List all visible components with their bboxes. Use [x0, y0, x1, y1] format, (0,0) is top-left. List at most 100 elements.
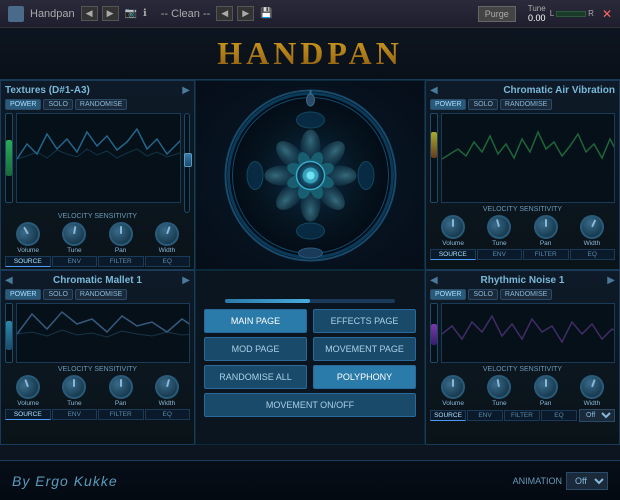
mod-page-btn[interactable]: MOD PAGE	[204, 337, 307, 361]
textures-width-knob: Width	[155, 222, 179, 254]
title-nav: ◀ ▶	[81, 6, 119, 21]
preset-next[interactable]: ▶	[237, 6, 254, 21]
main-area: Textures (D#1-A3) ▶ POWER SOLO RANDOMISE	[0, 80, 620, 460]
mallet-waveform	[17, 304, 189, 362]
app-title: HANDPAN	[217, 35, 403, 72]
noise-tab-env[interactable]: ENV	[467, 410, 503, 421]
nav-prev[interactable]: ◀	[81, 6, 98, 21]
brand-text: By Ergo Kukke	[12, 473, 118, 489]
textures-title: Textures (D#1-A3)	[5, 85, 90, 96]
preset-prev[interactable]: ◀	[216, 6, 233, 21]
mallet-arrow-right[interactable]: ▶	[182, 275, 190, 286]
nav-next[interactable]: ▶	[102, 6, 119, 21]
noise-arrow-left[interactable]: ◀	[430, 275, 438, 286]
textures-slider[interactable]	[184, 113, 190, 213]
title-bar: Handpan ◀ ▶ 📷 ℹ -- Clean -- ◀ ▶ 💾 Purge …	[0, 0, 620, 28]
air-tab-filter[interactable]: FILTER	[523, 249, 569, 260]
textures-arrow[interactable]: ▶	[182, 85, 190, 96]
textures-knobs: Volume Tune Pan Width	[5, 222, 190, 254]
mallet-power-btn[interactable]: POWER	[5, 289, 41, 300]
textures-tab-source[interactable]: SOURCE	[5, 256, 51, 267]
r-label: R	[588, 9, 594, 18]
effects-page-btn[interactable]: EFFECTS PAGE	[313, 309, 416, 333]
mallet-controls: POWER SOLO RANDOMISE	[5, 289, 190, 300]
air-title: Chromatic Air Vibration	[503, 85, 615, 96]
mallet-solo-btn[interactable]: SOLO	[43, 289, 72, 300]
mallet-title: Chromatic Mallet 1	[53, 275, 142, 286]
module-air-vibration: ◀ Chromatic Air Vibration POWER SOLO RAN…	[425, 80, 620, 270]
mallet-randomise-btn[interactable]: RANDOMISE	[75, 289, 127, 300]
noise-arrow-right[interactable]: ▶	[607, 275, 615, 286]
noise-title: Rhythmic Noise 1	[481, 275, 565, 286]
noise-knobs: Volume Tune Pan Width	[430, 375, 615, 407]
noise-tab-eq[interactable]: EQ	[541, 410, 577, 421]
info-icon: ℹ	[143, 8, 147, 19]
air-randomise-btn[interactable]: RANDOMISE	[500, 99, 552, 110]
textures-waveform	[17, 114, 180, 202]
textures-tabs: SOURCE ENV FILTER EQ	[5, 256, 190, 267]
polyphony-btn[interactable]: POLYPHONY	[313, 365, 416, 389]
textures-velocity-label: VELOCITY SENSITIVITY	[5, 213, 190, 220]
noise-off-select[interactable]: Off	[579, 409, 615, 422]
textures-header: Textures (D#1-A3) ▶	[5, 85, 190, 96]
camera-icon: 📷	[125, 8, 137, 19]
air-tab-source[interactable]: SOURCE	[430, 249, 476, 260]
mallet-tab-eq[interactable]: EQ	[145, 409, 191, 420]
air-power-btn[interactable]: POWER	[430, 99, 466, 110]
main-page-btn[interactable]: MAIN PAGE	[204, 309, 307, 333]
textures-tab-filter[interactable]: FILTER	[98, 256, 144, 267]
noise-header: ◀ Rhythmic Noise 1 ▶	[430, 275, 615, 286]
title-bar-right: Purge Tune 0.00 L R ✕	[478, 4, 612, 23]
noise-power-btn[interactable]: POWER	[430, 289, 466, 300]
textures-power-btn[interactable]: POWER	[5, 99, 41, 110]
preset-nav: ◀ ▶	[216, 6, 254, 21]
noise-tabs: SOURCE ENV FILTER EQ	[430, 410, 577, 421]
textures-pan-knob: Pan	[109, 222, 133, 254]
noise-solo-btn[interactable]: SOLO	[468, 289, 497, 300]
center-bottom: MAIN PAGE EFFECTS PAGE MOD PAGE MOVEMENT…	[195, 270, 425, 445]
textures-tab-env[interactable]: ENV	[52, 256, 98, 267]
mallet-header: ◀ Chromatic Mallet 1 ▶	[5, 275, 190, 286]
purge-button[interactable]: Purge	[478, 6, 516, 22]
noise-controls: POWER SOLO RANDOMISE	[430, 289, 615, 300]
noise-tab-source[interactable]: SOURCE	[430, 410, 466, 421]
textures-tab-eq[interactable]: EQ	[145, 256, 191, 267]
air-header: ◀ Chromatic Air Vibration	[430, 85, 615, 96]
tune-panel: Tune 0.00	[528, 4, 546, 23]
air-knobs: Volume Tune Pan Width	[430, 215, 615, 247]
animation-select[interactable]: Off	[566, 472, 608, 490]
air-tab-eq[interactable]: EQ	[570, 249, 616, 260]
module-textures: Textures (D#1-A3) ▶ POWER SOLO RANDOMISE	[0, 80, 195, 270]
mallet-tab-env[interactable]: ENV	[52, 409, 98, 420]
noise-tab-filter[interactable]: FILTER	[504, 410, 540, 421]
noise-randomise-btn[interactable]: RANDOMISE	[500, 289, 552, 300]
randomise-all-btn[interactable]: RANDOMISE ALL	[204, 365, 307, 389]
progress-fill	[225, 299, 310, 303]
mallet-tab-filter[interactable]: FILTER	[98, 409, 144, 420]
textures-randomise-btn[interactable]: RANDOMISE	[75, 99, 127, 110]
title-bar-left: Handpan ◀ ▶ 📷 ℹ -- Clean -- ◀ ▶ 💾	[8, 6, 273, 22]
movement-on-off-btn[interactable]: MOVEMENT ON/OFF	[204, 393, 416, 417]
save-icon: 💾	[260, 8, 272, 19]
textures-solo-btn[interactable]: SOLO	[43, 99, 72, 110]
header: HANDPAN	[0, 28, 620, 80]
textures-volume-knob: Volume	[16, 222, 40, 254]
mallet-tabs: SOURCE ENV FILTER EQ	[5, 409, 190, 420]
mallet-arrow-left[interactable]: ◀	[5, 275, 13, 286]
air-tab-env[interactable]: ENV	[477, 249, 523, 260]
footer: By Ergo Kukke ANIMATION Off	[0, 460, 620, 500]
mallet-tab-source[interactable]: SOURCE	[5, 409, 51, 420]
instrument-name: Handpan	[30, 8, 75, 20]
page-btns-row-2: MOD PAGE MOVEMENT PAGE	[204, 337, 416, 361]
air-solo-btn[interactable]: SOLO	[468, 99, 497, 110]
air-velocity-label: VELOCITY SENSITIVITY	[430, 206, 615, 213]
air-arrow-left[interactable]: ◀	[430, 85, 438, 96]
lr-bar: L R	[550, 9, 594, 18]
page-btns-row-3: RANDOMISE ALL POLYPHONY	[204, 365, 416, 389]
close-button[interactable]: ✕	[602, 7, 612, 21]
movement-page-btn[interactable]: MOVEMENT PAGE	[313, 337, 416, 361]
module-mallet: ◀ Chromatic Mallet 1 ▶ POWER SOLO RANDOM…	[0, 270, 195, 445]
tune-label: Tune	[528, 4, 546, 13]
tune-value: 0.00	[528, 13, 546, 23]
preset-name: -- Clean --	[161, 8, 211, 20]
